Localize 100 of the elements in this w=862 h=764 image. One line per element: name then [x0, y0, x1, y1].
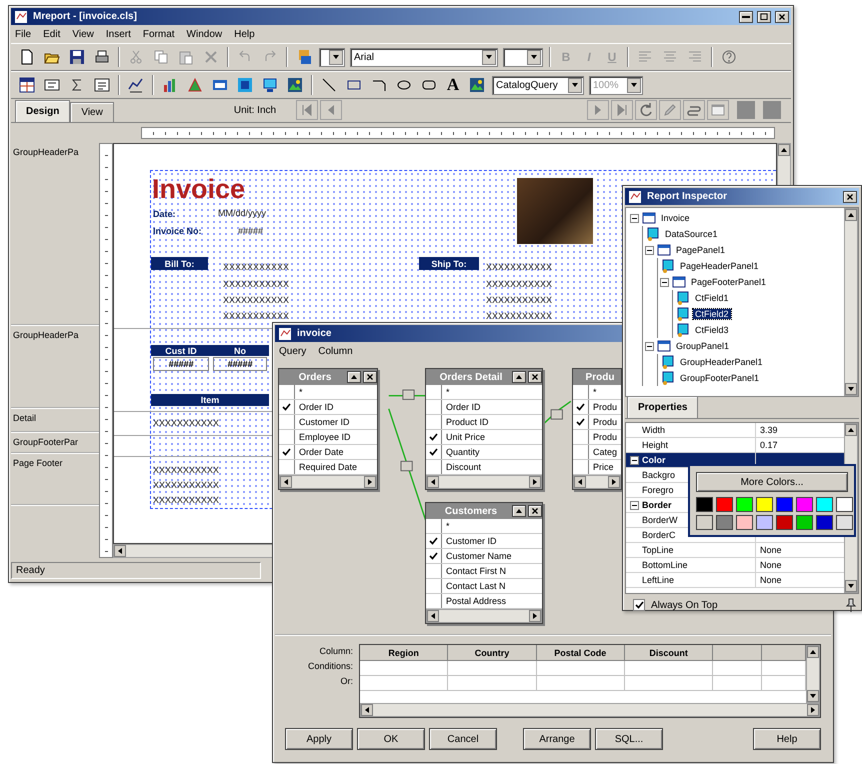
minimize-button[interactable] [347, 371, 361, 383]
menu-item[interactable]: Column [318, 346, 353, 356]
report-header-bar[interactable]: Item [151, 394, 269, 406]
tree-item[interactable]: GroupPanel1 [674, 341, 732, 351]
report-field[interactable]: XXXXXXXXXXX [153, 494, 235, 506]
report-field[interactable]: XXXXXXXXXXX [486, 310, 568, 322]
menu-item[interactable]: File [15, 28, 32, 40]
tree-item[interactable]: CtField2 [693, 309, 731, 319]
color-swatch[interactable] [756, 497, 773, 512]
color-swatch[interactable] [796, 515, 813, 530]
color-swatch[interactable] [796, 497, 813, 512]
report-field[interactable]: XXXXXXXXXXX [486, 278, 568, 290]
field-row[interactable]: Customer Name [426, 549, 542, 564]
field-row[interactable]: Order ID [279, 400, 377, 415]
expand-toggle[interactable] [630, 214, 639, 222]
dropdown[interactable] [319, 48, 345, 66]
horizontal-scrollbar[interactable] [279, 475, 377, 489]
report-field[interactable]: XXXXXXXXXXX [153, 416, 263, 429]
tree-item[interactable]: GroupFooterPanel1 [678, 373, 762, 383]
field-row[interactable]: * [426, 385, 542, 400]
horizontal-scrollbar[interactable] [573, 475, 621, 489]
tree-item[interactable]: PageHeaderPanel1 [678, 261, 761, 271]
dialog-button[interactable]: Apply [285, 728, 353, 750]
query-dropdown[interactable]: CatalogQuery [492, 76, 584, 94]
horizontal-scrollbar[interactable] [426, 475, 542, 489]
expand-toggle[interactable] [645, 246, 654, 254]
dialog-button[interactable]: SQL... [595, 728, 663, 750]
report-field[interactable]: XXXXXXXXXXX [153, 464, 235, 476]
tree-item[interactable]: PagePanel1 [674, 245, 728, 255]
color-swatch[interactable] [756, 515, 773, 530]
report-header-bar[interactable]: Cust ID [151, 345, 211, 356]
field-row[interactable]: * [426, 519, 542, 534]
tree-item[interactable]: DataSource1 [663, 229, 720, 239]
field-row[interactable]: Product ID [426, 415, 542, 430]
color-swatch[interactable] [776, 497, 793, 512]
menu-item[interactable]: Format [142, 28, 175, 40]
property-row[interactable]: BottomLine None [626, 558, 844, 573]
grid-cell[interactable] [536, 661, 625, 676]
color-swatch[interactable] [736, 497, 753, 512]
report-field[interactable]: XXXXXXXXXXX [486, 261, 568, 273]
tree-item[interactable]: GroupHeaderPanel1 [678, 357, 765, 367]
dialog-button[interactable]: OK [357, 728, 425, 750]
field-row[interactable]: * [573, 385, 621, 400]
nav-button[interactable] [683, 100, 705, 120]
dialog-button[interactable]: Help [753, 728, 821, 750]
horizontal-scrollbar[interactable] [426, 609, 542, 623]
minimize-button[interactable] [739, 10, 753, 22]
close-button[interactable] [843, 190, 857, 202]
tree-item[interactable]: PageFooterPanel1 [689, 277, 768, 287]
grid-cell[interactable] [713, 661, 762, 676]
color-swatch[interactable] [816, 497, 833, 512]
font-size-dropdown[interactable] [503, 48, 543, 66]
tab[interactable]: Design [15, 100, 70, 122]
column-header[interactable]: Country [448, 645, 537, 661]
report-field[interactable]: XXXXXXXXXXX [486, 294, 568, 306]
minimize-button[interactable] [512, 371, 526, 383]
checkbox[interactable] [633, 599, 645, 611]
tab[interactable]: View [70, 102, 114, 122]
color-swatch[interactable] [696, 515, 713, 530]
color-swatch[interactable] [736, 515, 753, 530]
property-row[interactable]: LeftLine None [626, 573, 844, 588]
report-field[interactable]: ##### [153, 357, 209, 371]
vertical-scrollbar[interactable] [844, 208, 858, 396]
color-swatch[interactable] [836, 515, 853, 530]
grid-cell[interactable] [624, 661, 714, 676]
field-row[interactable]: * [279, 385, 377, 400]
menu-item[interactable]: Edit [43, 28, 60, 40]
field-row[interactable]: Customer ID [426, 534, 542, 549]
report-field[interactable]: XXXXXXXXXXX [223, 261, 305, 273]
column-header[interactable]: Region [360, 645, 448, 661]
column-header[interactable]: Postal Code [536, 645, 625, 661]
menu-item[interactable]: Insert [106, 28, 131, 40]
report-field[interactable]: MM/dd/yyyy [218, 207, 280, 219]
grid-cell[interactable] [360, 676, 448, 691]
menu-item[interactable]: Window [186, 28, 222, 40]
color-swatch[interactable] [776, 515, 793, 530]
report-field[interactable]: XXXXXXXXXXX [223, 310, 305, 322]
field-row[interactable]: Customer ID [279, 415, 377, 430]
grid-cell[interactable] [360, 661, 448, 676]
report-field[interactable]: ##### [238, 225, 278, 237]
field-row[interactable]: Contact Last N [426, 579, 542, 594]
field-row[interactable]: Produ [573, 415, 621, 430]
nav-button[interactable] [635, 100, 657, 120]
color-swatch[interactable] [716, 497, 733, 512]
report-label[interactable]: Invoice No: [153, 225, 225, 237]
minimize-button[interactable] [512, 505, 526, 517]
color-swatch[interactable] [816, 515, 833, 530]
dialog-button[interactable]: Arrange [523, 728, 591, 750]
column-header[interactable]: Discount [624, 645, 714, 661]
field-row[interactable]: Unit Price [426, 430, 542, 445]
dialog-button[interactable]: Cancel [429, 728, 497, 750]
maximize-button[interactable] [757, 10, 771, 22]
field-row[interactable]: Quantity [426, 445, 542, 460]
tab[interactable]: Properties [627, 396, 698, 418]
horizontal-scrollbar[interactable] [360, 703, 820, 717]
field-row[interactable]: Order Date [279, 445, 377, 460]
close-button[interactable] [528, 371, 542, 383]
grid-cell[interactable] [448, 661, 537, 676]
field-row[interactable]: Order ID [426, 400, 542, 415]
text-tool-button[interactable]: A [442, 74, 464, 96]
